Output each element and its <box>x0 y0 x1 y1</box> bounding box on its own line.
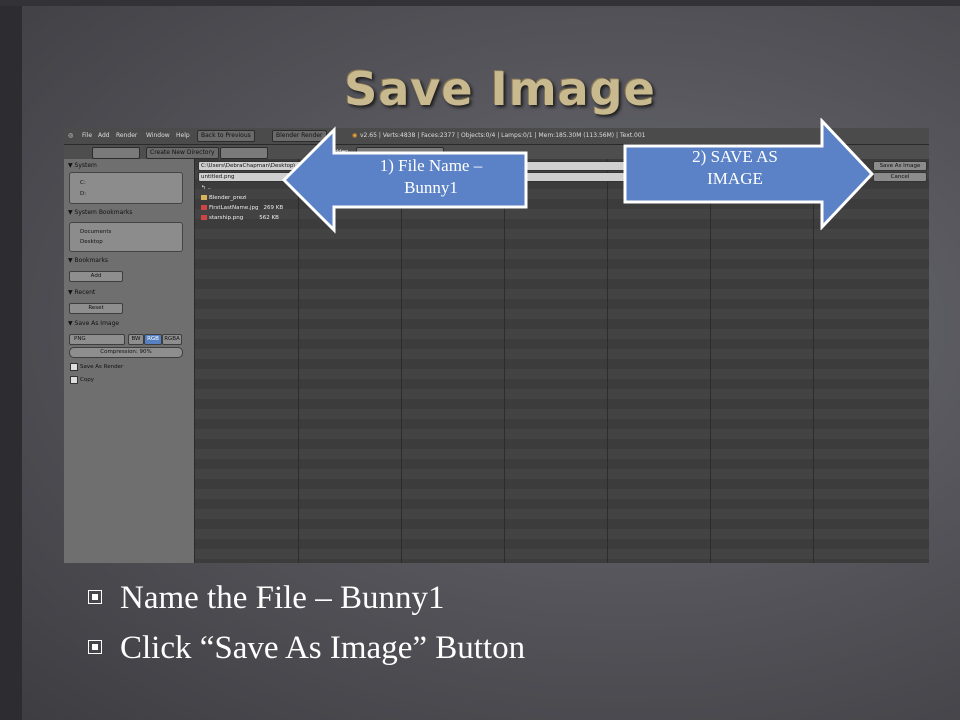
format-select[interactable]: PNG <box>69 334 125 345</box>
add-bookmark-button[interactable]: Add <box>69 271 123 282</box>
folder-icon <box>201 195 207 200</box>
file-item-folder[interactable]: Blender_prezi <box>201 195 247 201</box>
color-mode-bw[interactable]: BW <box>128 334 144 345</box>
file-browser-sidebar: ▼ System C: D: ▼ System Bookmarks Docume… <box>64 159 195 563</box>
drive-d[interactable]: D: <box>80 191 86 197</box>
menu-window[interactable]: Window <box>146 132 170 139</box>
callout-line: 1) File Name – <box>379 156 483 175</box>
color-mode-rgb[interactable]: RGB <box>144 334 162 345</box>
menu-help[interactable]: Help <box>176 132 190 139</box>
back-to-previous-button[interactable]: Back to Previous <box>197 130 255 142</box>
bookmark-desktop[interactable]: Desktop <box>80 239 103 245</box>
copy-checkbox[interactable] <box>70 376 78 384</box>
parent-dir-icon: ↰ <box>201 185 206 191</box>
file-item-jpg[interactable]: FirstLastName.jpg 269 KB <box>201 205 283 211</box>
save-as-image-button[interactable]: Save As Image <box>873 161 927 171</box>
menu-render[interactable]: Render <box>116 132 137 139</box>
column-divider <box>607 159 608 563</box>
color-mode-rgba[interactable]: RGBA <box>162 334 182 345</box>
create-directory-button[interactable]: Create New Directory <box>146 147 219 159</box>
slide-left-frame <box>0 0 22 720</box>
save-as-render-checkbox[interactable] <box>70 363 78 371</box>
slide-top-frame <box>0 0 960 6</box>
system-bookmarks-label[interactable]: ▼ System Bookmarks <box>68 209 132 216</box>
image-file-icon <box>201 205 207 210</box>
bullet-marker-icon <box>88 640 102 655</box>
callout-line: IMAGE <box>707 169 763 188</box>
cancel-button[interactable]: Cancel <box>873 172 927 182</box>
copy-label: Copy <box>80 377 94 383</box>
save-as-image-callout-text: 2) SAVE AS IMAGE <box>640 146 830 190</box>
system-bookmarks-box: Documents Desktop <box>69 222 183 252</box>
drive-c[interactable]: C: <box>80 180 86 186</box>
system-drives-box: C: D: <box>69 172 183 204</box>
save-as-render-label: Save As Render <box>80 364 124 370</box>
reset-recent-button[interactable]: Reset <box>69 303 123 314</box>
bookmark-documents[interactable]: Documents <box>80 229 111 235</box>
save-as-image-section-label[interactable]: ▼ Save As Image <box>68 320 119 327</box>
system-section-label[interactable]: ▼ System <box>68 162 97 169</box>
callout-line: Bunny1 <box>404 178 458 197</box>
recent-label[interactable]: ▼ Recent <box>68 289 95 296</box>
callout-line: 2) SAVE AS <box>692 147 778 166</box>
nav-buttons[interactable] <box>92 147 140 159</box>
blender-logo-icon: ◎ <box>68 132 74 139</box>
bullet-marker-icon <box>88 590 102 605</box>
file-name-callout-text: 1) File Name – Bunny1 <box>336 155 526 199</box>
image-file-icon <box>201 215 207 220</box>
file-item-png[interactable]: starship.png 562 KB <box>201 215 279 221</box>
menu-file[interactable]: File <box>82 132 92 139</box>
bullet-item: Click “Save As Image” Button <box>88 630 525 667</box>
bullet-item: Name the File – Bunny1 <box>88 580 444 617</box>
menu-add[interactable]: Add <box>98 132 110 139</box>
display-mode-buttons[interactable] <box>220 147 268 159</box>
file-item-parent[interactable]: ↰ .. <box>201 185 211 191</box>
bookmarks-label[interactable]: ▼ Bookmarks <box>68 257 108 264</box>
compression-slider[interactable]: Compression: 90% <box>69 347 183 358</box>
slide-title: Save Image <box>344 62 656 116</box>
